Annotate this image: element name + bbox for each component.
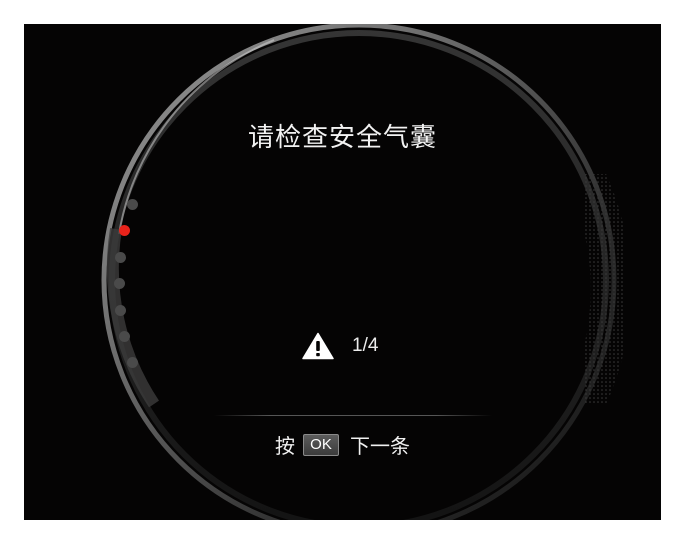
hint-suffix: 下一条 xyxy=(350,434,410,458)
page-dot xyxy=(119,331,130,342)
next-hint: 按 OK 下一条 xyxy=(24,430,661,459)
warning-triangle-icon xyxy=(302,332,334,360)
screen-title: 请检查安全气囊 xyxy=(247,123,437,153)
hint-prefix: 按 xyxy=(275,434,295,458)
page-dot-active xyxy=(119,225,130,236)
page-dot xyxy=(115,305,126,316)
page-dot xyxy=(114,278,125,289)
display-screen: 请检查安全气囊 1/4 按 OK 下一条 xyxy=(24,24,661,520)
page-dot xyxy=(115,252,126,263)
warning-status: 1/4 xyxy=(302,331,378,361)
page-dot xyxy=(127,199,138,210)
ok-button[interactable]: OK xyxy=(303,433,339,456)
message-counter: 1/4 xyxy=(352,335,379,356)
page-dot xyxy=(127,357,138,368)
divider xyxy=(214,415,492,416)
